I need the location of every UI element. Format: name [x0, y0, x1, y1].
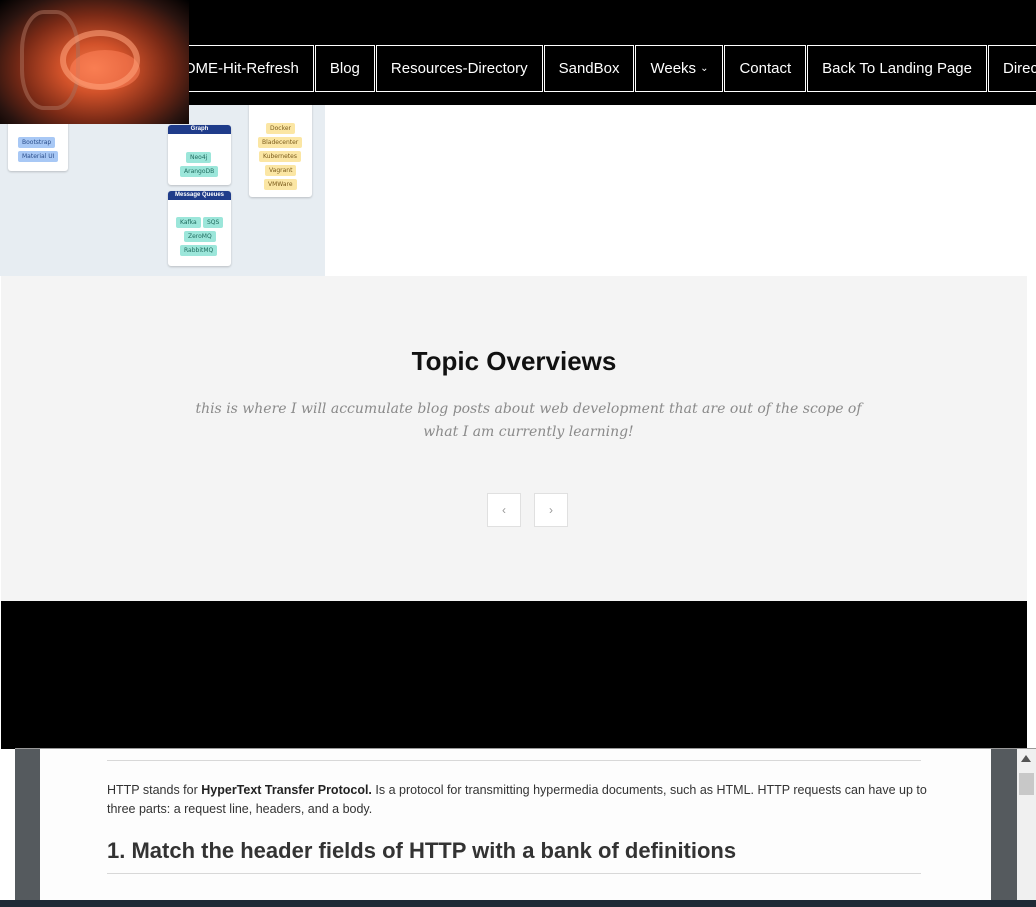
- embedded-document-frame[interactable]: HTTP stands for HyperText Transfer Proto…: [15, 748, 1036, 901]
- main-nav: HOME-Hit-Refresh Blog Resources-Director…: [158, 45, 1036, 92]
- chevron-right-icon: ›: [549, 503, 553, 517]
- nav-back-to-landing[interactable]: Back To Landing Page: [807, 45, 987, 92]
- nav-sandbox-label: SandBox: [558, 60, 620, 77]
- document-heading: 1. Match the header fields of HTTP with …: [107, 838, 737, 863]
- intro-bold: HyperText Transfer Protocol.: [201, 783, 372, 797]
- chip-material-ui: Material UI: [18, 151, 59, 162]
- nav-contact[interactable]: Contact: [724, 45, 807, 92]
- chevron-down-icon: ⌄: [700, 63, 709, 74]
- section-description: this is where I will accumulate blog pos…: [195, 401, 862, 440]
- nav-directory-label: Directory: [1003, 60, 1036, 77]
- nav-resources-directory[interactable]: Resources-Directory: [375, 45, 543, 92]
- card-graph-title: Graph: [168, 125, 231, 134]
- nav-back-label: Back To Landing Page: [822, 60, 972, 77]
- topic-overviews-section: Topic Overviews this is where I will acc…: [1, 276, 1027, 601]
- document-divider-heading: [107, 873, 921, 874]
- nav-resources-label: Resources-Directory: [390, 60, 528, 77]
- chevron-left-icon: ‹: [502, 503, 506, 517]
- chip-kubernetes: Kubernetes: [259, 151, 301, 162]
- nav-weeks-label: Weeks: [650, 60, 697, 77]
- nav-home-label: HOME-Hit-Refresh: [173, 60, 299, 77]
- document-divider-top: [107, 760, 921, 761]
- card-graph: Graph Neo4j ArangoDB: [168, 125, 231, 185]
- section-title: Topic Overviews: [411, 346, 617, 376]
- nav-weeks[interactable]: Weeks ⌄: [635, 45, 724, 92]
- next-button[interactable]: ›: [534, 493, 568, 527]
- intro-prefix: HTTP stands for: [107, 783, 202, 797]
- card-devops: Docker Bladecenter Kubernetes Vagrant VM…: [249, 100, 312, 197]
- chip-arangodb: ArangoDB: [180, 166, 219, 177]
- chip-neo4j: Neo4j: [186, 152, 212, 163]
- card-message-queues: Message Queues Kafka SQS ZeroMQ RabbitMQ: [168, 191, 231, 266]
- document-scrollbar[interactable]: [1017, 749, 1036, 901]
- chip-sqs: SQS: [203, 217, 224, 228]
- dark-section: [1, 601, 1027, 749]
- scroll-thumb[interactable]: [1019, 773, 1034, 795]
- nav-directory[interactable]: Directory: [988, 45, 1036, 92]
- os-taskbar: [0, 900, 1036, 907]
- nav-blog-label: Blog: [329, 60, 360, 77]
- chip-vagrant: Vagrant: [265, 165, 297, 176]
- chip-vmware: VMWare: [264, 179, 297, 190]
- document-intro-paragraph: HTTP stands for HyperText Transfer Proto…: [107, 781, 937, 819]
- prev-button[interactable]: ‹: [487, 493, 521, 527]
- chip-zeromq: ZeroMQ: [184, 231, 216, 242]
- chip-docker: Docker: [266, 123, 296, 134]
- nav-blog[interactable]: Blog: [314, 45, 375, 92]
- site-logo[interactable]: [0, 0, 189, 124]
- card-mq-title: Message Queues: [168, 191, 231, 200]
- chip-kafka: Kafka: [176, 217, 201, 228]
- nav-sandbox[interactable]: SandBox: [543, 45, 635, 92]
- document-page: HTTP stands for HyperText Transfer Proto…: [40, 749, 991, 901]
- chip-bootstrap: Bootstrap: [18, 137, 56, 148]
- chip-bladecenter: Bladecenter: [258, 137, 303, 148]
- scroll-up-arrow-icon[interactable]: [1021, 755, 1031, 762]
- logo-ring-inner: [60, 30, 140, 90]
- nav-contact-label: Contact: [739, 60, 792, 77]
- chip-rabbitmq: RabbitMQ: [180, 245, 218, 256]
